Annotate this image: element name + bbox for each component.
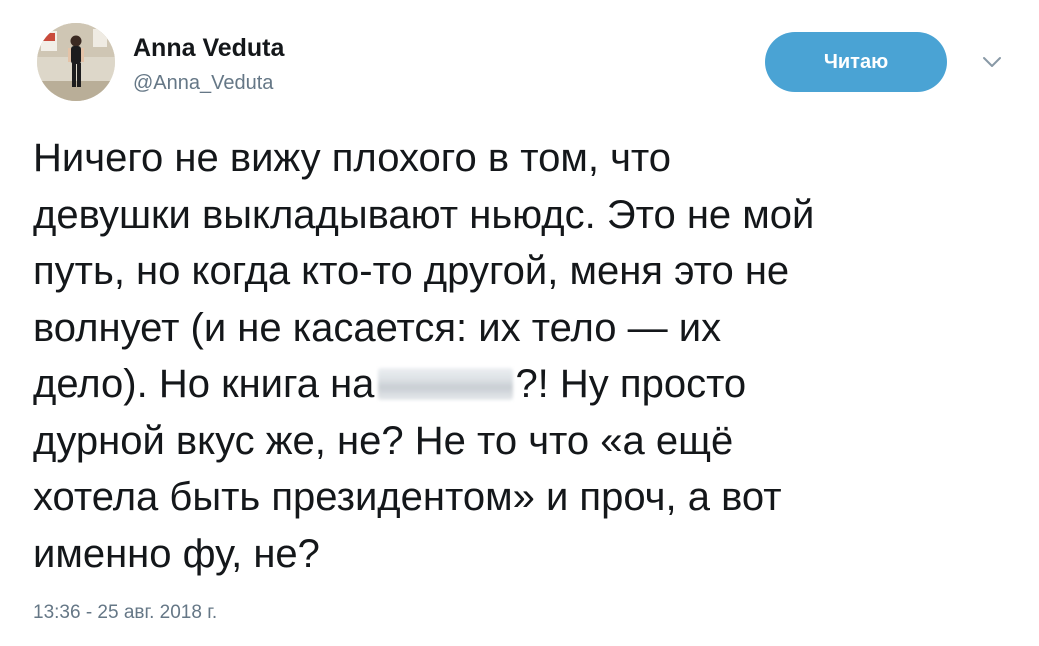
tweet-text-segment: ?! Ну просто bbox=[515, 362, 747, 406]
tweet-text-line: волнует (и не касается: их тело — их bbox=[33, 305, 722, 350]
author-name[interactable]: Anna Veduta bbox=[133, 34, 284, 63]
censored-word bbox=[378, 368, 514, 400]
profile-photo bbox=[37, 23, 115, 101]
timestamp[interactable]: 13:36 - 25 авг. 2018 г. bbox=[33, 602, 217, 624]
tweet-text-line: именно фу, не? bbox=[33, 531, 320, 576]
tweet-text-line: путь, но когда кто-то другой, меня это н… bbox=[33, 249, 790, 293]
tweet-text-line: дурной вкус же, не? Не то что «а ещё bbox=[33, 418, 734, 463]
tweet-text-line: Ничего не вижу плохого в том, что bbox=[33, 136, 672, 180]
avatar[interactable] bbox=[37, 23, 115, 101]
chevron-down-icon[interactable] bbox=[980, 50, 1004, 74]
tweet-text-line: дело). Но книга на ?! Ну просто bbox=[33, 356, 1023, 413]
tweet-text-line: хотела быть президентом» и проч, а вот bbox=[33, 475, 782, 519]
tweet-text: Ничего не вижу плохого в том, что девушк… bbox=[33, 130, 1023, 582]
author-handle[interactable]: @Anna_Veduta bbox=[133, 72, 273, 95]
tweet-text-segment: дело). Но книга на bbox=[33, 362, 375, 406]
follow-button[interactable]: Читаю bbox=[765, 32, 947, 92]
tweet-text-line: девушки выкладывают ньюдс. Это не мой bbox=[33, 192, 815, 237]
